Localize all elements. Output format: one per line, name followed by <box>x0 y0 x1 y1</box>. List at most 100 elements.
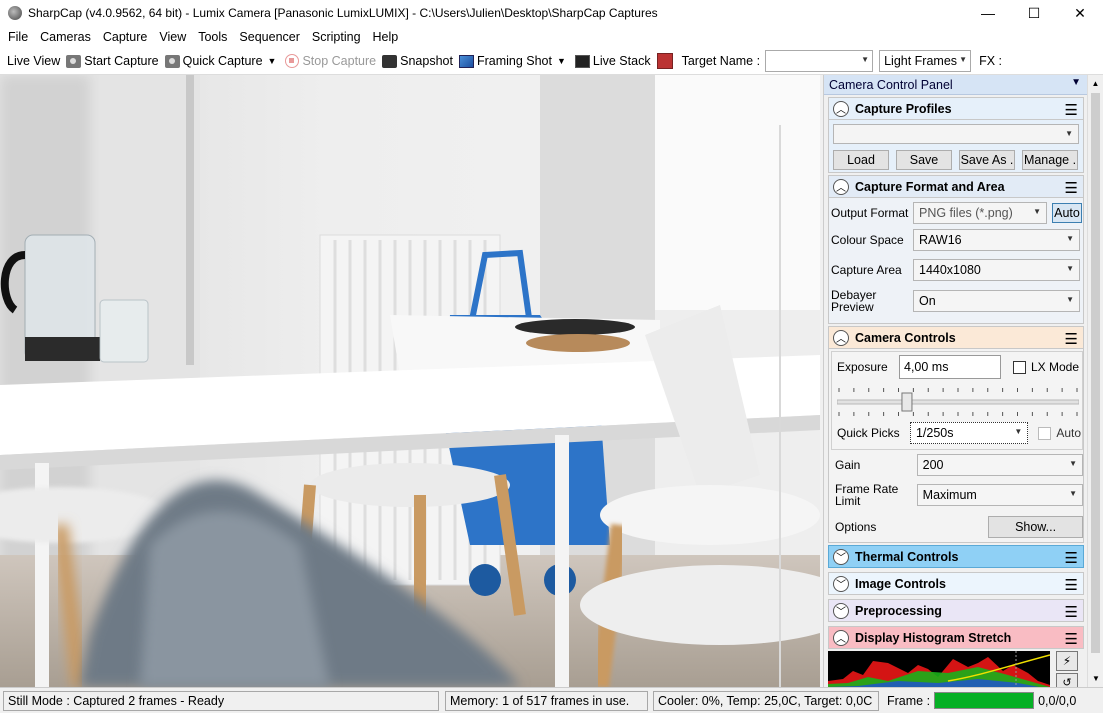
target-name-label: Target Name : <box>681 54 761 68</box>
target-name-combo[interactable]: ▼ <box>765 50 874 72</box>
quick-capture-dropdown-icon[interactable]: ▼ <box>266 56 283 66</box>
hamburger-menu-icon[interactable]: ☰ <box>1065 101 1078 119</box>
chevron-down-icon[interactable]: ﹀ <box>833 575 849 592</box>
menu-scripting[interactable]: Scripting <box>306 30 367 44</box>
menu-capture[interactable]: Capture <box>97 30 153 44</box>
status-memory: Memory: 1 of 517 frames in use. <box>445 690 648 711</box>
frame-rate-limit-label: Frame Rate Limit <box>835 483 917 507</box>
panel-scrollbar[interactable]: ▲ ▼ <box>1087 75 1103 687</box>
capture-profile-select[interactable]: ▼ <box>833 124 1079 144</box>
thermal-controls-header[interactable]: ﹀ Thermal Controls ☰ <box>828 545 1084 568</box>
output-format-value: PNG files (*.png) <box>919 206 1013 220</box>
camera-frame-picture <box>0 75 820 687</box>
histogram-area[interactable]: ⚡ ↺ <box>828 651 1084 687</box>
title-bar: SharpCap (v4.0.9562, 64 bit) - Lumix Cam… <box>0 0 1103 26</box>
frame-rate-value: Maximum <box>922 488 977 502</box>
minimize-button[interactable]: — <box>965 0 1011 26</box>
start-capture-button[interactable]: Start Capture <box>63 50 161 72</box>
hamburger-menu-icon[interactable]: ☰ <box>1065 549 1078 567</box>
menu-tools[interactable]: Tools <box>192 30 233 44</box>
hamburger-menu-icon[interactable]: ☰ <box>1065 630 1078 648</box>
chevron-down-icon: ▼ <box>861 55 870 64</box>
save-as-button[interactable]: Save As . <box>959 150 1015 170</box>
hamburger-menu-icon[interactable]: ☰ <box>1065 330 1078 348</box>
window-title: SharpCap (v4.0.9562, 64 bit) - Lumix Cam… <box>28 6 658 20</box>
menu-view[interactable]: View <box>153 30 192 44</box>
exposure-input[interactable]: 4,00 ms <box>899 355 1001 379</box>
scroll-down-icon[interactable]: ▼ <box>1088 674 1103 683</box>
menu-sequencer[interactable]: Sequencer <box>233 30 305 44</box>
chevron-down-icon: ▼ <box>1066 295 1074 304</box>
colour-space-select[interactable]: RAW16 ▼ <box>913 229 1080 251</box>
hamburger-menu-icon[interactable]: ☰ <box>1065 179 1078 197</box>
menu-cameras[interactable]: Cameras <box>34 30 97 44</box>
chevron-up-icon[interactable]: ︿ <box>833 329 849 346</box>
chevron-down-icon: ▼ <box>1014 427 1023 436</box>
quick-picks-auto-label: Auto <box>1056 426 1081 440</box>
debayer-preview-value: On <box>919 294 936 308</box>
image-controls-header[interactable]: ﹀ Image Controls ☰ <box>828 572 1084 595</box>
stop-capture-button[interactable]: Stop Capture <box>282 50 379 72</box>
live-view-image[interactable] <box>0 75 820 687</box>
start-capture-label: Start Capture <box>84 54 159 68</box>
auto-stretch-icon[interactable]: ⚡ <box>1056 651 1078 671</box>
camera-controls-header[interactable]: ︿ Camera Controls ☰ <box>828 326 1084 349</box>
exposure-value: 4,00 ms <box>904 360 949 374</box>
pin-icon[interactable]: ▼ <box>1071 77 1081 88</box>
slider-thumb <box>901 392 913 412</box>
save-button[interactable]: Save <box>896 150 952 170</box>
hamburger-menu-icon[interactable]: ☰ <box>1065 603 1078 621</box>
output-format-select[interactable]: PNG files (*.png) ▼ <box>913 202 1047 224</box>
hamburger-menu-icon[interactable]: ☰ <box>1065 576 1078 594</box>
toolbar: Live View Start Capture Quick Capture ▼ … <box>0 48 1103 75</box>
output-format-auto-button[interactable]: Auto <box>1052 203 1082 223</box>
framing-shot-button[interactable]: Framing Shot <box>456 50 555 72</box>
target-icon-button[interactable] <box>654 50 679 72</box>
preprocessing-header[interactable]: ﹀ Preprocessing ☰ <box>828 599 1084 622</box>
lx-mode-checkbox[interactable]: LX Mode <box>1013 360 1079 374</box>
capture-profiles-header[interactable]: ︿ Capture Profiles ☰ <box>828 97 1084 120</box>
debayer-preview-select[interactable]: On ▼ <box>913 290 1080 312</box>
chevron-up-icon[interactable]: ︿ <box>833 178 849 195</box>
maximize-button[interactable]: ☐ <box>1011 0 1057 26</box>
slider-track <box>836 399 1080 405</box>
framing-icon <box>458 54 474 68</box>
chevron-down-icon[interactable]: ﹀ <box>833 548 849 565</box>
capture-format-header[interactable]: ︿ Capture Format and Area ☰ <box>828 175 1084 198</box>
live-stack-button[interactable]: Live Stack <box>572 50 654 72</box>
chevron-down-icon[interactable]: ﹀ <box>833 602 849 619</box>
chevron-up-icon[interactable]: ︿ <box>833 629 849 646</box>
histogram-graph <box>828 651 1050 687</box>
frame-type-combo[interactable]: Light Frames ▼ <box>879 50 972 72</box>
scroll-up-icon[interactable]: ▲ <box>1088 79 1103 88</box>
frame-rate-limit-select[interactable]: Maximum ▼ <box>916 484 1083 506</box>
quick-picks-select[interactable]: 1/250s ▼ <box>909 422 1029 444</box>
show-options-button[interactable]: Show... <box>988 516 1083 538</box>
image-controls-title: Image Controls <box>855 576 946 591</box>
load-button[interactable]: Load <box>833 150 889 170</box>
reset-icon[interactable]: ↺ <box>1056 673 1078 687</box>
exposure-label: Exposure <box>837 360 888 374</box>
stop-capture-label: Stop Capture <box>302 54 377 68</box>
quick-picks-auto-checkbox[interactable]: Auto <box>1038 426 1081 440</box>
gain-select[interactable]: 200 ▼ <box>916 454 1083 476</box>
sharpcap-logo-icon <box>8 6 22 20</box>
exposure-slider[interactable] <box>836 385 1080 419</box>
lx-mode-label: LX Mode <box>1031 360 1080 374</box>
framing-shot-label: Framing Shot <box>476 54 552 68</box>
gain-label: Gain <box>835 458 861 472</box>
checkbox-icon <box>1013 360 1026 374</box>
capture-area-select[interactable]: 1440x1080 ▼ <box>913 259 1080 281</box>
manage-button[interactable]: Manage . <box>1022 150 1078 170</box>
quick-capture-button[interactable]: Quick Capture <box>162 50 266 72</box>
framing-shot-dropdown-icon[interactable]: ▼ <box>555 56 572 66</box>
close-button[interactable]: ✕ <box>1057 0 1103 26</box>
menu-file[interactable]: File <box>2 30 34 44</box>
live-view-button[interactable]: Live View <box>4 50 63 72</box>
snapshot-button[interactable]: Snapshot <box>379 50 456 72</box>
histogram-stretch-header[interactable]: ︿ Display Histogram Stretch ☰ <box>828 626 1084 649</box>
chevron-up-icon[interactable]: ︿ <box>833 100 849 117</box>
scroll-thumb[interactable] <box>1091 93 1100 653</box>
menu-help[interactable]: Help <box>367 30 405 44</box>
chevron-down-icon: ▼ <box>1066 234 1074 243</box>
